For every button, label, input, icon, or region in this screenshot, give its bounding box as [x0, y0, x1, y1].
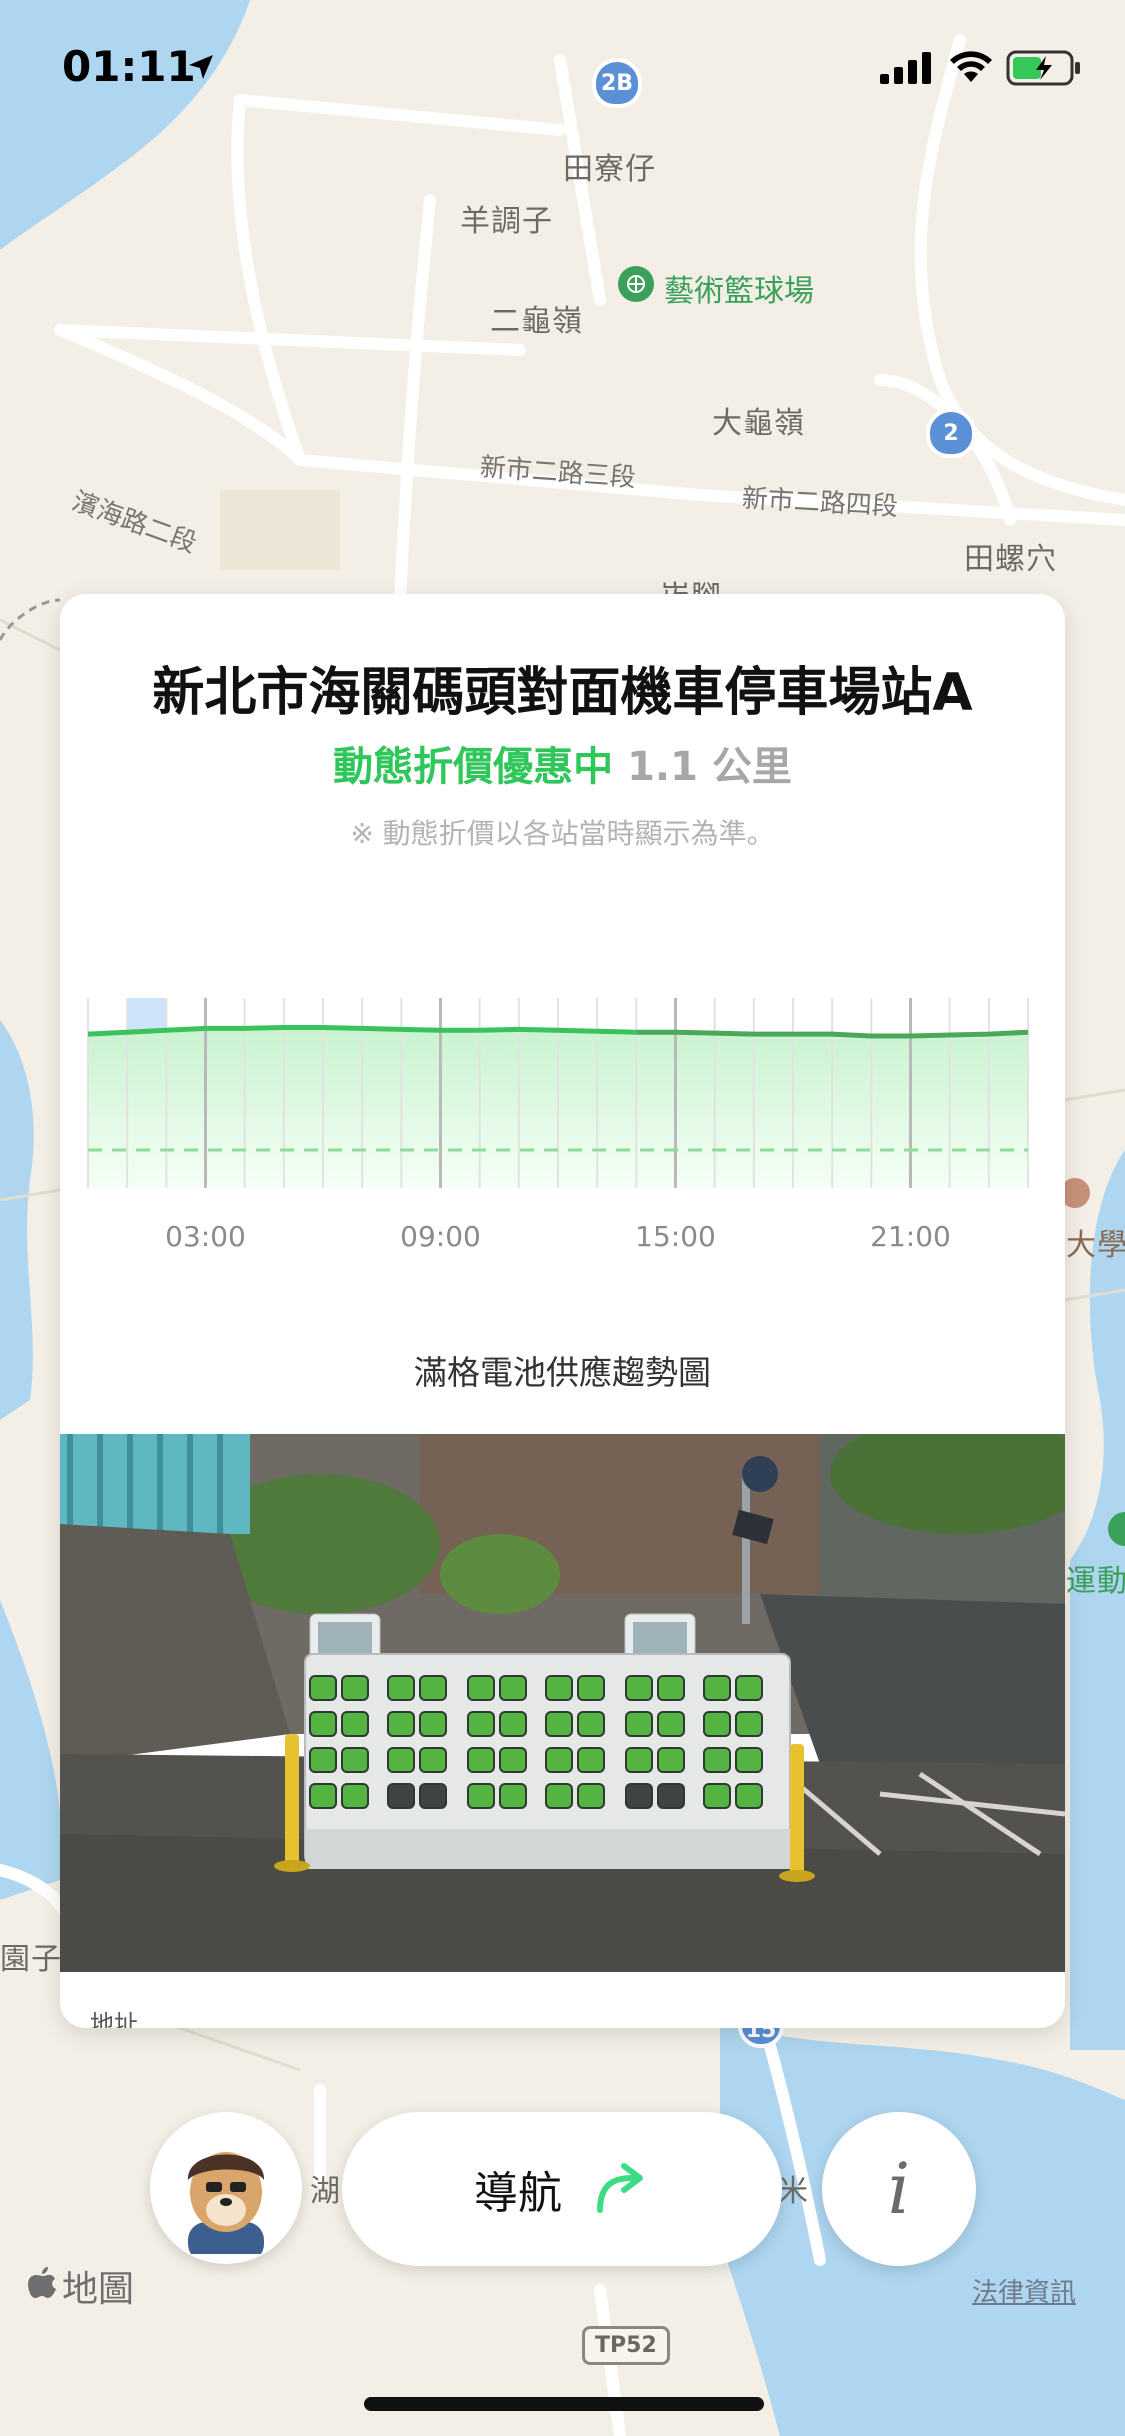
- battery-slot: [577, 1711, 605, 1737]
- battery-slot: [309, 1783, 337, 1809]
- battery-slot: [625, 1711, 653, 1737]
- battery-slot: [467, 1783, 495, 1809]
- battery-slot: [657, 1711, 685, 1737]
- battery-slot: [735, 1747, 763, 1773]
- cellular-signal-icon: [880, 52, 934, 88]
- avatar-button[interactable]: [150, 2112, 302, 2264]
- battery-slot: [341, 1783, 369, 1809]
- battery-slot: [419, 1783, 447, 1809]
- battery-slot: [467, 1675, 495, 1701]
- battery-slot: [309, 1747, 337, 1773]
- battery-slot: [703, 1747, 731, 1773]
- status-time: 01:11: [62, 42, 196, 91]
- map-label-yuanzi: 園子: [0, 1942, 62, 1977]
- home-indicator[interactable]: [364, 2397, 764, 2411]
- battery-trend-chart-svg: 03:00 09:00 15:00 21:00: [87, 998, 1029, 1253]
- battery-slot: [309, 1675, 337, 1701]
- station-card[interactable]: 新北市海關碼頭對面機車停車場站A 動態折價優惠中 1.1 公里 ※ 動態折價以各…: [60, 594, 1065, 2028]
- battery-slot: [387, 1711, 415, 1737]
- basketball-icon[interactable]: [618, 266, 654, 302]
- station-title: 新北市海關碼頭對面機車停車場站A: [152, 663, 973, 723]
- discount-disclaimer: ※ 動態折價以各站當時顯示為準。: [350, 817, 775, 850]
- avatar-icon: [162, 2124, 290, 2254]
- x-tick-label: 09:00: [400, 1220, 481, 1253]
- battery-slot: [499, 1711, 527, 1737]
- map-label-ergui-ridge: 二龜嶺: [490, 304, 583, 339]
- map-label-yangdiaozi: 羊調子: [460, 204, 553, 239]
- battery-slot: [625, 1675, 653, 1701]
- battery-slot: [625, 1783, 653, 1809]
- x-tick-label: 15:00: [635, 1220, 716, 1253]
- battery-slot: [419, 1675, 447, 1701]
- battery-slot: [499, 1783, 527, 1809]
- battery-slot: [657, 1747, 685, 1773]
- battery-slot: [341, 1711, 369, 1737]
- battery-slot: [419, 1711, 447, 1737]
- battery-slot: [735, 1711, 763, 1737]
- battery-slot: [577, 1675, 605, 1701]
- battery-slot: [577, 1783, 605, 1809]
- map-label-mi: 米: [778, 2174, 809, 2209]
- battery-slot: [545, 1711, 573, 1737]
- wifi-icon: [948, 48, 994, 88]
- poi-label-basketball[interactable]: 藝術籃球場: [664, 266, 814, 310]
- battery-icon: [1006, 50, 1082, 90]
- battery-slot: [387, 1783, 415, 1809]
- route-shield-2: 2: [926, 408, 976, 458]
- legal-link[interactable]: 法律資訊: [972, 2272, 1076, 2309]
- turn-right-arrow-icon: [592, 2160, 650, 2218]
- battery-slot: [545, 1783, 573, 1809]
- map-label-sports: 運動: [1066, 1564, 1125, 1599]
- battery-slot: [545, 1675, 573, 1701]
- x-tick-label: 21:00: [870, 1220, 951, 1253]
- station-photo[interactable]: [60, 1434, 1065, 1972]
- battery-slot: [499, 1747, 527, 1773]
- navigate-label: 導航: [474, 2168, 562, 2219]
- battery-slot: [341, 1747, 369, 1773]
- apple-logo-icon: [28, 2265, 58, 2308]
- map-label-lake: 湖: [310, 2174, 341, 2209]
- battery-slot: [577, 1747, 605, 1773]
- navigate-button[interactable]: 導航: [342, 2112, 782, 2266]
- battery-slot: [703, 1783, 731, 1809]
- status-bar: 01:11: [0, 0, 1125, 135]
- battery-slot: [735, 1783, 763, 1809]
- battery-slot: [657, 1675, 685, 1701]
- battery-slot: [703, 1675, 731, 1701]
- discount-label: 動態折價優惠中: [333, 744, 614, 790]
- maps-brand-label: 地圖: [62, 2269, 135, 2310]
- location-arrow-icon: [186, 52, 216, 86]
- battery-slot: [387, 1747, 415, 1773]
- battery-trend-chart: 03:00 09:00 15:00 21:00: [60, 968, 1065, 1253]
- address-section-label: 地址: [90, 2010, 138, 2028]
- battery-slot: [467, 1711, 495, 1737]
- info-button[interactable]: i: [822, 2112, 976, 2266]
- battery-slot: [387, 1675, 415, 1701]
- battery-slot: [467, 1747, 495, 1773]
- map-label-tianluoxue: 田螺穴: [964, 542, 1057, 577]
- battery-slot: [309, 1711, 337, 1737]
- maps-brand: 地圖: [28, 2260, 134, 2312]
- info-icon: i: [887, 2148, 911, 2230]
- station-status-line: 動態折價優惠中 1.1 公里: [60, 734, 1065, 792]
- battery-slot: [545, 1747, 573, 1773]
- battery-slot: [735, 1675, 763, 1701]
- x-tick-label: 03:00: [165, 1220, 246, 1253]
- map-label-university: 大學: [1066, 1228, 1125, 1263]
- battery-slot: [341, 1675, 369, 1701]
- battery-slot: [625, 1747, 653, 1773]
- battery-slot: [657, 1783, 685, 1809]
- map-label-dagui-ridge: 大龜嶺: [712, 406, 805, 441]
- map-label-tianliaozai: 田寮仔: [563, 152, 656, 187]
- battery-slot: [419, 1747, 447, 1773]
- chart-caption: 滿格電池供應趨勢圖: [414, 1353, 711, 1392]
- battery-slot: [703, 1711, 731, 1737]
- route-shield-tp52: TP52: [582, 2326, 670, 2365]
- distance-label: 1.1 公里: [627, 744, 792, 790]
- battery-slot: [499, 1675, 527, 1701]
